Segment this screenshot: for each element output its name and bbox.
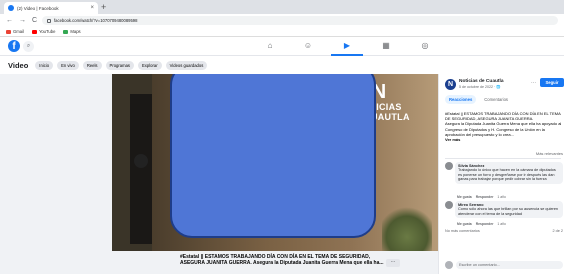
comment-time: 1 año [497, 195, 506, 199]
maps-icon [63, 29, 69, 34]
post-title: #Estatal || ESTAMOS TRABAJANDO DÍA CON D… [445, 111, 561, 122]
plant-object [382, 204, 432, 251]
page-name[interactable]: Noticias de Cuautla [459, 79, 504, 84]
marketplace-icon[interactable]: ▦ [378, 40, 394, 52]
reload-icon[interactable]: C [32, 17, 37, 24]
url-text: facebook.com/watch/?v=1070709480089598 [54, 18, 138, 23]
facebook-favicon-icon [8, 5, 14, 11]
bookmark-youtube[interactable]: YouTube [31, 29, 55, 34]
comment-text: Como sólo ahora las que brillan por su a… [458, 207, 559, 216]
video-area: N NOTICIAS DE CUAUTLA #Estatal || ESTAMO… [0, 74, 438, 274]
youtube-icon [31, 29, 37, 34]
comment-actions: Me gusta Responder 1 año [457, 222, 506, 226]
follow-button[interactable]: Seguir [540, 78, 564, 87]
new-tab-button[interactable]: + [101, 2, 106, 12]
like-link[interactable]: Me gusta [457, 222, 472, 226]
url-field[interactable]: facebook.com/watch/?v=1070709480089598 [42, 16, 558, 25]
bookmarks-bar: Gmail YouTube Maps [0, 27, 564, 37]
bookmark-gmail[interactable]: Gmail [6, 29, 24, 34]
speaker-object [130, 94, 152, 244]
gaming-icon[interactable]: ◎ [417, 40, 433, 52]
video-section-title: Video [8, 60, 29, 70]
chip-videos-guardados[interactable]: Videos guardados [165, 60, 208, 70]
gmail-icon [6, 29, 11, 34]
chip-reels[interactable]: Reels [82, 60, 102, 70]
watch-icon[interactable]: ▶ [331, 40, 363, 56]
post-body: Asegura la Diputada Juanita Guerra Mena … [445, 121, 562, 137]
tab-comentarios[interactable]: Comentarios [480, 95, 512, 104]
write-comment-row: Escribe un comentario... [445, 260, 563, 270]
home-icon[interactable]: ⌂ [262, 40, 278, 52]
avatar[interactable] [445, 201, 453, 209]
browser-tab-bar: (2) Video | Facebook × + [0, 0, 564, 14]
browser-tab[interactable]: (2) Video | Facebook × [4, 2, 98, 14]
tab-reacciones[interactable]: Reacciones [445, 95, 477, 104]
friends-icon[interactable]: ☺ [300, 40, 316, 52]
panel-tabs: Reacciones Comentarios [445, 95, 512, 104]
comment-text: Trabajando lo único que hacen en la cáma… [458, 168, 556, 182]
chip-programas[interactable]: Programas [105, 60, 135, 70]
reply-link[interactable]: Responder [476, 195, 494, 199]
post-text: #Estatal || ESTAMOS TRABAJANDO DÍA CON D… [445, 111, 563, 142]
video-caption: #Estatal || ESTAMOS TRABAJANDO DÍA CON D… [180, 254, 384, 266]
chip-en-vivo[interactable]: En vivo [57, 60, 79, 70]
lock-icon [47, 18, 51, 23]
chip-inicio[interactable]: Inicio [35, 60, 54, 70]
more-options-button[interactable]: ··· [386, 259, 400, 267]
page-avatar[interactable]: N [445, 79, 456, 90]
facebook-logo-icon[interactable]: f [8, 40, 20, 52]
back-icon[interactable]: ← [6, 17, 13, 24]
forward-icon[interactable]: → [19, 17, 26, 24]
chip-explorar[interactable]: Explorar [138, 60, 162, 70]
comment-count: 2 de 2 [552, 229, 563, 233]
address-bar-row: ← → C facebook.com/watch/?v=107070948008… [0, 14, 564, 27]
video-nav-row: Video Inicio En vivo Reels Programas Exp… [0, 56, 564, 74]
close-tab-icon[interactable]: × [90, 5, 94, 11]
tab-title: (2) Video | Facebook [17, 5, 59, 11]
post-date: 5 de octubre de 2022 · 🌐 [459, 85, 501, 89]
comment-actions: Me gusta Responder 1 año [457, 195, 506, 199]
like-link[interactable]: Me gusta [457, 195, 472, 199]
comments-panel: N Noticias de Cuautla 5 de octubre de 20… [438, 74, 564, 274]
bookmark-maps[interactable]: Maps [63, 29, 81, 34]
redaction-box [170, 74, 376, 238]
search-icon[interactable]: ⌕ [23, 41, 34, 52]
comment-time: 1 año [497, 222, 506, 226]
comment-bubble: Mireo Serrano Como sólo ahora las que br… [455, 201, 563, 219]
no-more-comments: No más comentarios 2 de 2 [445, 229, 563, 233]
reply-link[interactable]: Responder [476, 222, 494, 226]
comment-input[interactable]: Escribe un comentario... [456, 261, 563, 269]
divider [445, 158, 561, 159]
avatar [445, 261, 453, 269]
avatar[interactable] [445, 162, 453, 170]
comment-bubble: Silvia Sánchez Trabajando lo único que h… [455, 162, 563, 184]
comment-sort[interactable]: Más relevantes [445, 151, 563, 156]
video-player[interactable]: N NOTICIAS DE CUAUTLA [112, 74, 438, 251]
more-options-icon[interactable]: ··· [531, 80, 536, 86]
facebook-header: f ⌕ ⌂ ☺ ▶ ▦ ◎ [0, 37, 564, 56]
see-more-link[interactable]: Ver más [445, 137, 563, 142]
